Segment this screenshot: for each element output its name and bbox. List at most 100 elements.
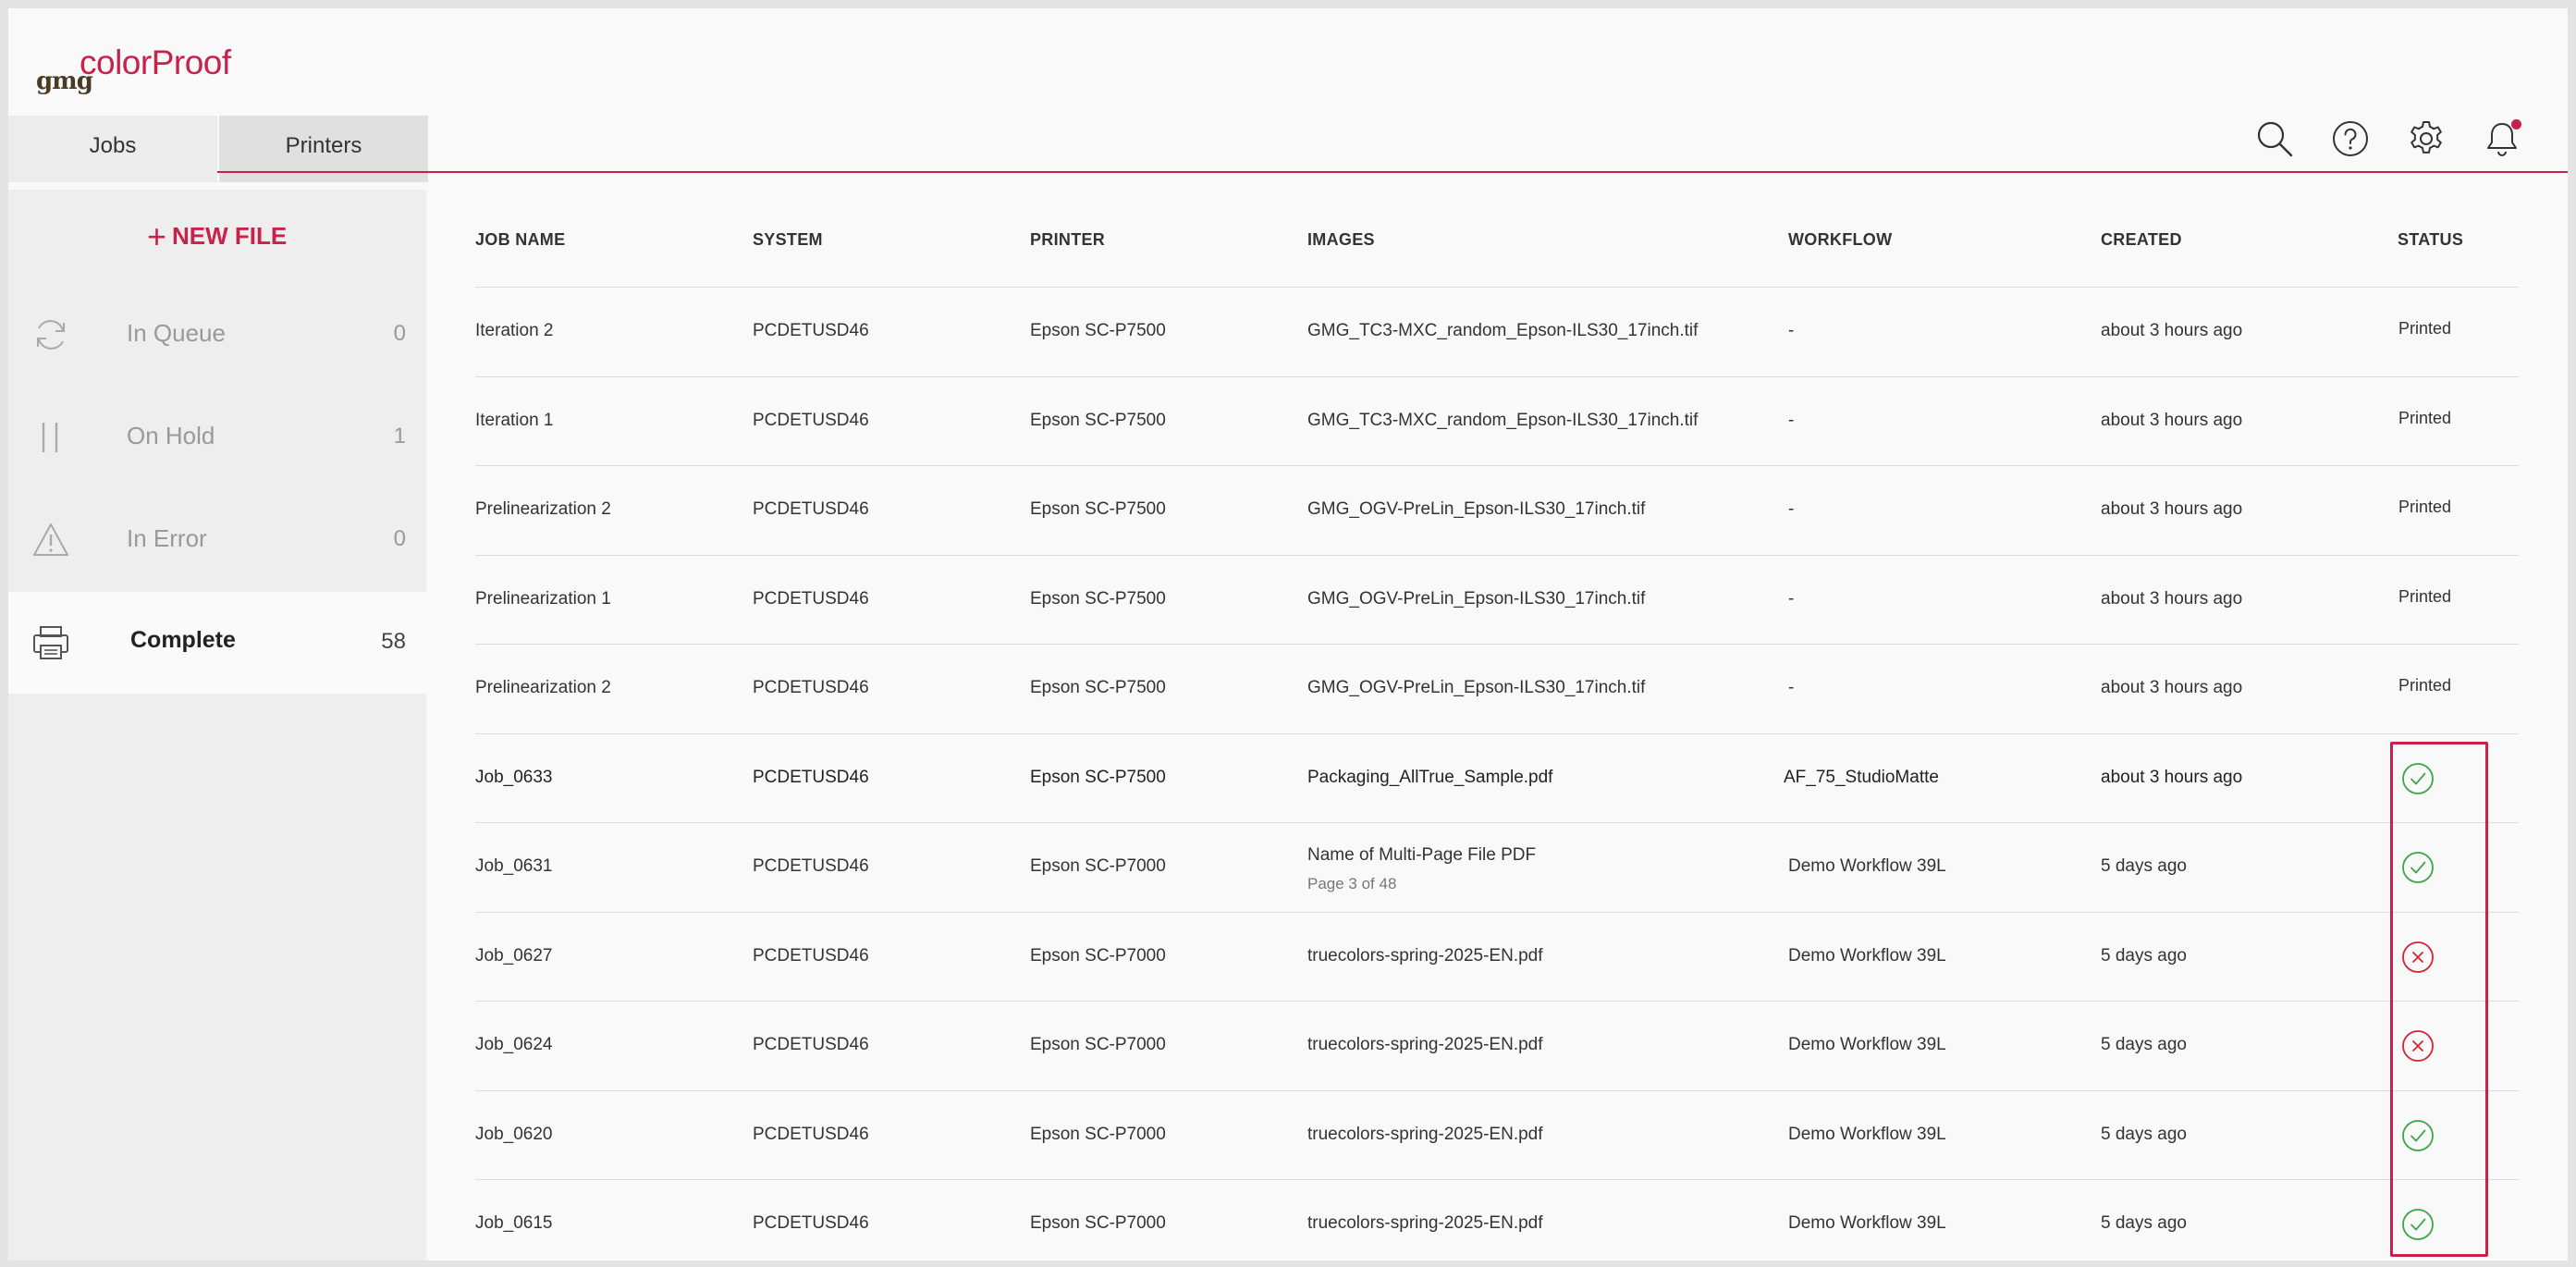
search-icon[interactable] xyxy=(2255,119,2294,158)
column-header-job-name[interactable]: JOB NAME xyxy=(475,230,565,250)
images-cell: truecolors-spring-2025-EN.pdf xyxy=(1307,1035,1543,1055)
table-row[interactable]: Prelinearization 2 PCDETUSD46 Epson SC-P75… xyxy=(475,644,2519,732)
help-icon[interactable] xyxy=(2331,119,2370,158)
sidebar-item-in-error[interactable]: In Error 0 xyxy=(8,489,426,591)
table-row[interactable]: Prelinearization 2 PCDETUSD46 Epson SC-P75… xyxy=(475,465,2519,554)
system-cell-text: PCDETUSD46 xyxy=(753,1124,869,1144)
created-cell-text: 5 days ago xyxy=(2101,945,2187,966)
warning-icon xyxy=(31,520,71,560)
sidebar-item-count: 1 xyxy=(393,424,406,449)
workflow-cell-text: - xyxy=(1788,588,1795,609)
table-row[interactable]: Job_0633 PCDETUSD46 Epson SC-P7500 Packagin… xyxy=(475,732,2519,822)
printer-cell: Epson SC-P7000 xyxy=(1030,946,1166,966)
workflow-cell-text: Demo Workflow 39L xyxy=(1788,945,1946,966)
job-name-cell-text: Job_0631 xyxy=(475,856,553,876)
workflow-cell: - xyxy=(1788,321,1794,341)
bell-icon[interactable] xyxy=(2483,119,2521,158)
system-cell: PCDETUSD46 xyxy=(753,589,869,609)
system-cell: PCDETUSD46 xyxy=(753,499,869,520)
workflow-cell-text: - xyxy=(1788,499,1795,519)
job-name-cell-text: Prelinearization 1 xyxy=(475,588,611,609)
sidebar-item-label: In Error xyxy=(127,524,207,552)
created-cell: 5 days ago xyxy=(2101,1035,2187,1055)
images-cell-text: truecolors-spring-2025-EN.pdf xyxy=(1307,1035,1543,1054)
workflow-cell: - xyxy=(1788,678,1794,698)
workflow-cell: Demo Workflow 39L xyxy=(1788,1035,1946,1055)
table-row[interactable]: Job_0631 PCDETUSD46 Epson SC-P7000 Name of … xyxy=(475,822,2519,911)
table-row[interactable]: Job_0620 PCDETUSD46 Epson SC-P7000 truecolo… xyxy=(475,1089,2519,1179)
jobs-table: JOB NAME SYSTEM PRINTER IMAGES WORKFLOW … xyxy=(428,190,2568,1261)
system-cell: PCDETUSD46 xyxy=(753,856,869,877)
printer-cell-text: Epson SC-P7000 xyxy=(1030,1035,1166,1054)
sidebar-item-label: In Queue xyxy=(127,319,226,347)
job-name-cell: Job_0620 xyxy=(475,1125,552,1145)
created-cell-text: 5 days ago xyxy=(2101,1213,2187,1233)
table-row[interactable]: Prelinearization 1 PCDETUSD46 Epson SC-P75… xyxy=(475,554,2519,644)
created-cell: about 3 hours ago xyxy=(2101,768,2242,788)
workflow-cell-text: Demo Workflow 39L xyxy=(1788,1124,1946,1144)
notification-dot xyxy=(2511,119,2521,129)
job-name-cell-text: Job_0627 xyxy=(475,945,553,966)
table-row[interactable]: Iteration 1 PCDETUSD46 Epson SC-P7500 GMG_T… xyxy=(475,375,2519,465)
printer-cell-text: Epson SC-P7500 xyxy=(1030,499,1166,519)
sidebar-item-in-queue[interactable]: In Queue 0 xyxy=(8,284,426,386)
created-cell-text: about 3 hours ago xyxy=(2101,321,2243,340)
created-cell-text: 5 days ago xyxy=(2101,1124,2187,1144)
images-cell-text: GMG_TC3-MXC_random_Epson-ILS30_17inch.ti… xyxy=(1307,321,1699,340)
column-header-system[interactable]: SYSTEM xyxy=(753,230,823,250)
job-name-cell: Job_0615 xyxy=(475,1213,552,1234)
images-cell-text: Name of Multi-Page File PDF xyxy=(1307,845,1537,865)
printer-cell-text: Epson SC-P7000 xyxy=(1030,856,1166,876)
tab-underline xyxy=(217,171,2568,173)
printer-cell: Epson SC-P7000 xyxy=(1030,1035,1166,1055)
system-cell: PCDETUSD46 xyxy=(753,946,869,966)
images-cell: GMG_TC3-MXC_random_Epson-ILS30_17inch.ti… xyxy=(1307,411,1698,431)
system-cell-text: PCDETUSD46 xyxy=(753,321,869,340)
success-check-icon xyxy=(2401,1208,2435,1241)
printer-cell: Epson SC-P7000 xyxy=(1030,1213,1166,1234)
workflow-cell: - xyxy=(1788,411,1794,431)
job-name-cell: Job_0633 xyxy=(475,768,552,788)
created-cell-text: about 3 hours ago xyxy=(2101,499,2243,519)
table-row[interactable]: Iteration 2 PCDETUSD46 Epson SC-P7500 GMG_T… xyxy=(475,287,2519,375)
images-cell-text: GMG_TC3-MXC_random_Epson-ILS30_17inch.ti… xyxy=(1307,410,1699,430)
sidebar-item-complete[interactable]: Complete 58 xyxy=(8,592,426,694)
workflow-cell-text: - xyxy=(1788,321,1795,340)
column-header-workflow[interactable]: WORKFLOW xyxy=(1788,230,1892,250)
images-cell: truecolors-spring-2025-EN.pdf xyxy=(1307,1125,1543,1145)
printer-icon xyxy=(31,622,71,663)
sidebar-item-on-hold[interactable]: On Hold 1 xyxy=(8,387,426,488)
status-text: Printed xyxy=(2398,408,2452,427)
header-icons xyxy=(2255,119,2521,158)
created-cell-text: about 3 hours ago xyxy=(2101,678,2243,697)
error-x-icon xyxy=(2401,1029,2435,1063)
created-cell-text: 5 days ago xyxy=(2101,856,2187,876)
column-header-status[interactable]: STATUS xyxy=(2398,230,2463,250)
gear-icon[interactable] xyxy=(2407,119,2446,158)
status-text: Printed xyxy=(2398,498,2452,516)
images-cell: Packaging_AllTrue_Sample.pdf xyxy=(1307,768,1552,788)
printer-cell-text: Epson SC-P7000 xyxy=(1030,1213,1166,1233)
column-header-images[interactable]: IMAGES xyxy=(1307,230,1375,250)
column-header-printer[interactable]: PRINTER xyxy=(1030,230,1105,250)
printer-cell-text: Epson SC-P7500 xyxy=(1030,321,1166,340)
job-name-cell-text: Job_0633 xyxy=(475,767,553,787)
new-file-button[interactable]: + NEW FILE xyxy=(147,217,287,256)
tab-jobs[interactable]: Jobs xyxy=(8,116,217,182)
table-row[interactable]: Job_0615 PCDETUSD46 Epson SC-P7000 truecolo… xyxy=(475,1179,2519,1261)
printer-cell-text: Epson SC-P7500 xyxy=(1030,410,1166,430)
created-cell: 5 days ago xyxy=(2101,856,2187,877)
job-name-cell-text: Job_0624 xyxy=(475,1035,553,1054)
logo-name: colorProof xyxy=(80,43,231,81)
system-cell: PCDETUSD46 xyxy=(753,768,869,788)
table-row[interactable]: Job_0627 PCDETUSD46 Epson SC-P7000 truecolo… xyxy=(475,911,2519,1001)
column-header-created[interactable]: CREATED xyxy=(2101,230,2182,250)
error-x-icon xyxy=(2401,941,2435,974)
new-file-label: NEW FILE xyxy=(172,222,288,250)
job-name-cell-text: Iteration 1 xyxy=(475,410,554,430)
system-cell-text: PCDETUSD46 xyxy=(753,856,869,876)
created-cell-text: about 3 hours ago xyxy=(2101,588,2243,609)
images-cell-text: GMG_OGV-PreLin_Epson-ILS30_17inch.tif xyxy=(1307,678,1646,697)
workflow-cell: Demo Workflow 39L xyxy=(1788,1125,1946,1145)
table-row[interactable]: Job_0624 PCDETUSD46 Epson SC-P7000 truecolo… xyxy=(475,1001,2519,1089)
